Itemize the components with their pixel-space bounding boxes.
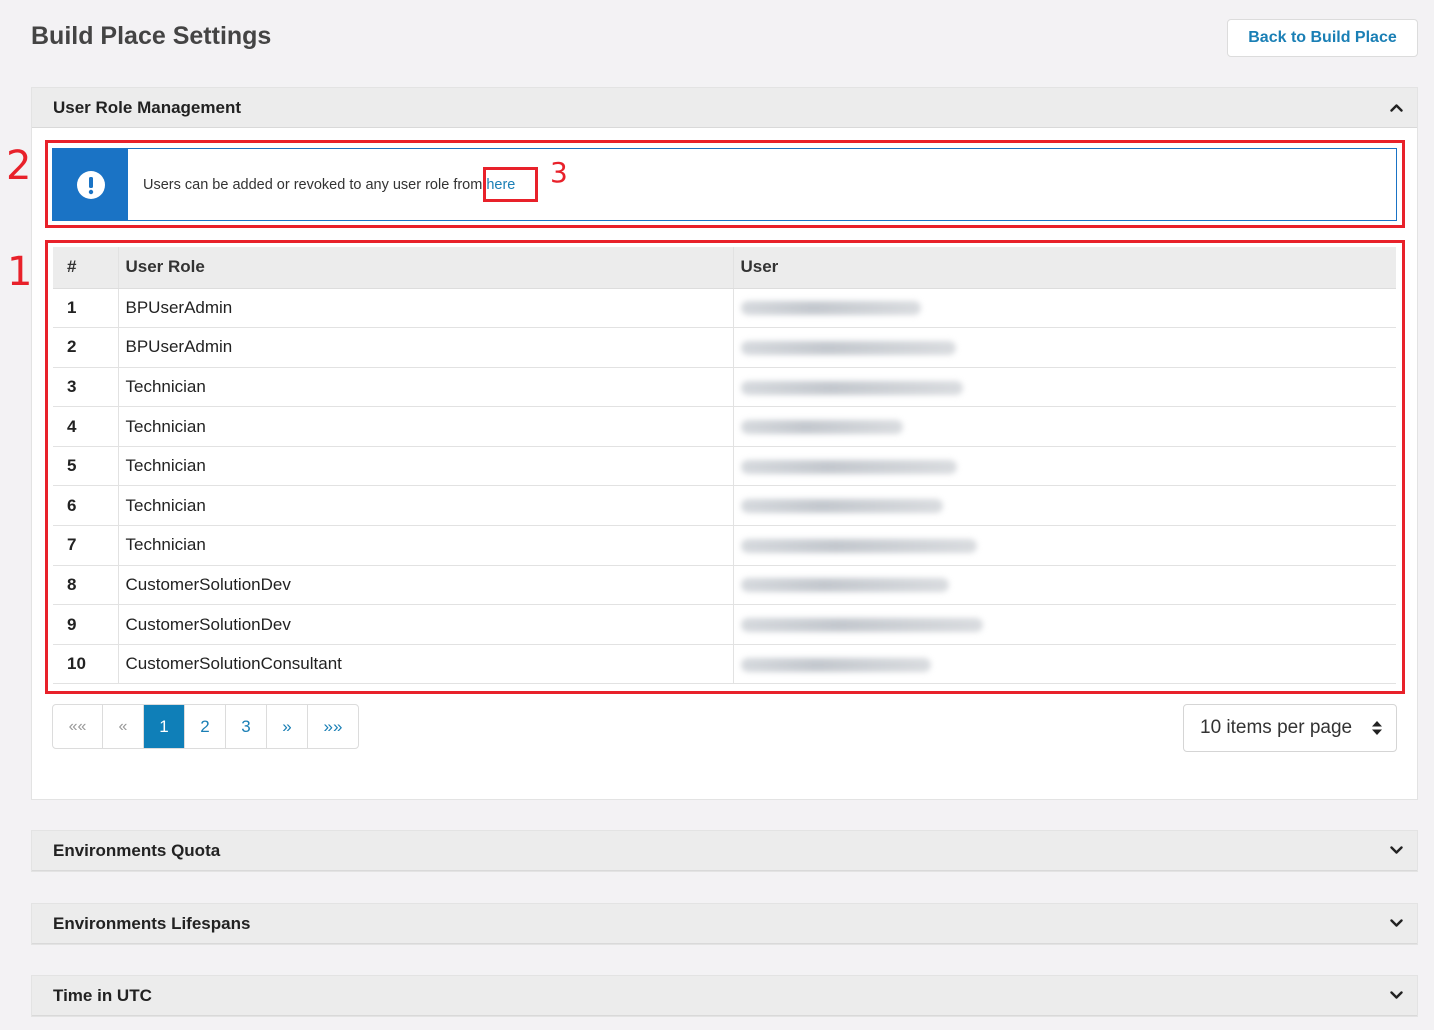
back-to-build-place-button[interactable]: Back to Build Place [1227,19,1418,57]
environments-lifespans-panel: Environments Lifespans [31,903,1418,945]
time-in-utc-panel: Time in UTC [31,975,1418,1017]
environments-quota-header[interactable]: Environments Quota [32,831,1417,871]
environments-quota-panel: Environments Quota [31,830,1418,872]
items-per-page-select[interactable]: 10 items per page [1183,704,1397,752]
chevron-up-icon[interactable] [1389,101,1403,115]
page-title: Build Place Settings [31,22,272,50]
previous-page-button[interactable]: « [103,705,144,748]
time-in-utc-header[interactable]: Time in UTC [32,976,1417,1016]
page: Build Place Settings Back to Build Place… [0,0,1434,1030]
last-page-button[interactable]: »» [308,705,358,748]
chevron-down-icon[interactable] [1389,989,1403,1003]
annotation-label-2: 2 [6,143,32,189]
first-page-button[interactable]: «« [53,705,103,748]
items-per-page-value: 10 items per page [1200,717,1353,738]
panel-title: Time in UTC [53,985,152,1005]
page-button-1[interactable]: 1 [144,705,185,748]
panel-title: Environments Quota [53,840,221,860]
panel-title: Environments Lifespans [53,913,251,933]
panel-title: User Role Management [53,97,241,117]
pagination: «« « 1 2 3 » »» [52,704,359,749]
user-role-management-header[interactable]: User Role Management [32,88,1417,128]
annotation-label-3: 3 [550,156,568,189]
page-button-3[interactable]: 3 [226,705,267,748]
annotation-box-1 [45,240,1405,694]
annotation-box-2 [45,140,1405,228]
annotation-box-3 [483,167,538,202]
chevron-down-icon[interactable] [1389,917,1403,931]
environments-lifespans-header[interactable]: Environments Lifespans [32,904,1417,944]
chevron-down-icon[interactable] [1389,844,1403,858]
sort-caret-icon [1372,721,1382,735]
page-button-2[interactable]: 2 [185,705,226,748]
next-page-button[interactable]: » [267,705,308,748]
annotation-label-1: 1 [7,249,33,295]
